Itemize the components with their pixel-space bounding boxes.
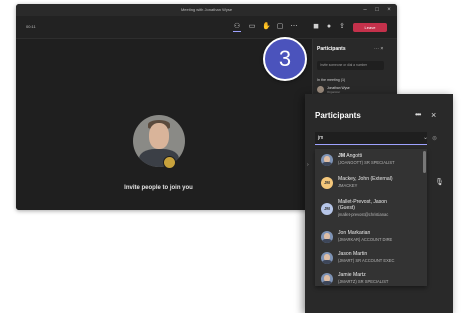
- avatar: [317, 86, 324, 93]
- result-subtitle: (JMARKAR) ACCOUNT DIRE: [338, 237, 393, 242]
- leave-button[interactable]: Leave: [353, 23, 387, 32]
- microphone-icon: 🎙: [435, 179, 444, 186]
- list-item[interactable]: JM Mackey, John (External) JMACKEY: [315, 174, 421, 194]
- result-subtitle: jmallet-prevost@christianac: [338, 212, 389, 217]
- participant-search-input[interactable]: jm ⌄: [315, 132, 428, 145]
- result-name: Jason Martin: [338, 251, 368, 257]
- avatar: [321, 273, 333, 285]
- close-window-icon[interactable]: ×: [384, 4, 394, 16]
- result-subtitle: (JOANGOTT) SR SPECIALIST: [338, 160, 395, 165]
- step-number-badge: 3: [263, 37, 307, 81]
- meeting-toolbar: 00:11 ⚇ ▭ ✋ ▢ ⋯ ◼ ● ⇪ Leave: [16, 16, 397, 39]
- chat-icon[interactable]: ▭: [248, 23, 256, 31]
- list-item[interactable]: JM Mallet-Prevost, Jason (Guest) jmallet…: [315, 197, 421, 223]
- close-icon[interactable]: ×: [431, 110, 436, 120]
- avatar: [321, 154, 333, 166]
- raise-hand-icon[interactable]: ✋: [262, 23, 271, 31]
- mic-icon[interactable]: ●: [325, 23, 333, 31]
- panel-title: Participants: [315, 111, 361, 120]
- share-invite-icon[interactable]: ⊚: [432, 135, 437, 142]
- list-item[interactable]: Jason Martin (JMART) SR ACCOUNT EXEC: [315, 249, 421, 269]
- maximize-icon[interactable]: □: [372, 4, 382, 16]
- side-search-input[interactable]: Invite someone or dial a number: [317, 61, 384, 70]
- result-subtitle: (JMART) SR ACCOUNT EXEC: [338, 258, 395, 263]
- organizer-avatar: [133, 115, 185, 167]
- more-actions-icon[interactable]: ⋯: [290, 23, 298, 31]
- result-subtitle: JMACKEY: [338, 183, 358, 188]
- list-item[interactable]: Jamie Martz (JMARTZ) SR SPECIALIST: [315, 270, 421, 286]
- window-title: Meeting with Jonathan Wyse: [180, 7, 233, 12]
- more-options-icon[interactable]: •••: [415, 110, 421, 119]
- result-name: JM Angotti: [338, 153, 363, 159]
- participants-icon[interactable]: ⚇: [233, 23, 241, 32]
- chevron-down-icon[interactable]: ⌄: [423, 132, 428, 145]
- share-icon[interactable]: ⇪: [338, 23, 346, 31]
- list-item[interactable]: JM Angotti (JOANGOTT) SR SPECIALIST: [315, 151, 421, 171]
- leave-label: Leave: [364, 25, 376, 30]
- side-panel-title: Participants: [317, 46, 346, 52]
- result-name: Mackey, John (External): [338, 176, 393, 182]
- minimize-icon[interactable]: –: [360, 4, 370, 16]
- meeting-timer: 00:11: [26, 24, 36, 29]
- list-item[interactable]: Jon Markarian (JMARKAR) ACCOUNT DIRE: [315, 228, 421, 248]
- avatar: [321, 231, 333, 243]
- title-bar: Meeting with Jonathan Wyse – □ ×: [16, 4, 397, 16]
- result-name: Jamie Martz: [338, 272, 366, 278]
- result-name-guest: (Guest): [338, 205, 355, 211]
- in-meeting-section: In the meeting (1): [317, 78, 346, 82]
- camera-icon[interactable]: ◼: [312, 23, 320, 31]
- result-subtitle: (JMARTZ) SR SPECIALIST: [338, 279, 389, 284]
- search-value: jm: [318, 135, 324, 141]
- chevron-right-icon[interactable]: ›: [307, 162, 309, 168]
- invite-text: Invite people to join you: [124, 185, 193, 191]
- avatar: JM: [321, 203, 333, 215]
- organizer-badge-icon: [163, 156, 176, 169]
- side-panel-more-icon[interactable]: ⋯ ×: [374, 46, 383, 52]
- participants-panel: Participants ••• × jm ⌄ ⊚ › 🎙 JM Angotti…: [305, 94, 453, 313]
- avatar: JM: [321, 177, 333, 189]
- result-name: Jon Markarian: [338, 230, 371, 236]
- rooms-icon[interactable]: ▢: [276, 23, 284, 31]
- avatar: [321, 252, 333, 264]
- scrollbar[interactable]: [423, 151, 426, 173]
- search-results-dropdown: JM Angotti (JOANGOTT) SR SPECIALIST JM M…: [315, 149, 427, 286]
